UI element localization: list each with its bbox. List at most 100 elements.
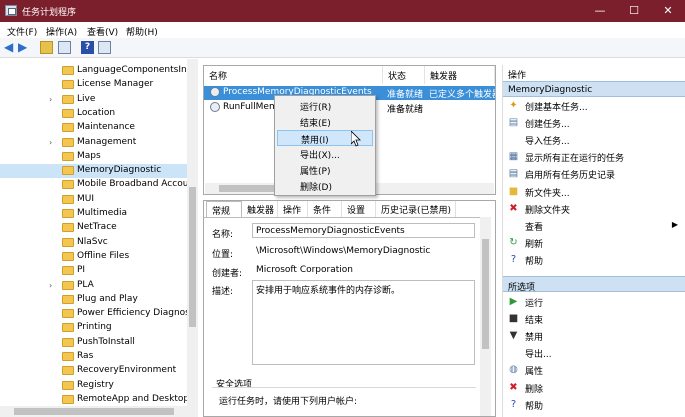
maximize-button[interactable]: ☐ [617, 0, 651, 22]
menu-view[interactable]: 查看(V) [87, 25, 118, 38]
action-item[interactable]: ✦ 创建基本任务... [503, 97, 685, 114]
author-field[interactable]: Microsoft Corporation [252, 262, 475, 277]
action-item[interactable]: ✖ 删除 [503, 379, 685, 396]
tree-item-label: RecoveryEnvironment [77, 365, 177, 376]
tree-vertical-scrollbar[interactable] [187, 59, 198, 417]
action-item[interactable]: ■ 结束 [503, 310, 685, 327]
show-hide-action-pane-icon[interactable] [98, 41, 111, 54]
action-item[interactable]: ▶ 运行 [503, 293, 685, 310]
chevron-right-icon[interactable]: › [49, 138, 52, 147]
section-header-selected-item[interactable]: 所选项 [503, 276, 685, 293]
column-header-name[interactable]: 名称 [204, 66, 383, 84]
section-header-memorydiagnostic[interactable]: MemoryDiagnostic [503, 81, 685, 97]
action-item[interactable]: 导入任务... [503, 131, 685, 148]
tree-item-label: Plug and Play [77, 293, 138, 304]
action-item[interactable]: ↻ 刷新 [503, 234, 685, 251]
forward-icon[interactable]: ▶ [18, 41, 31, 54]
tab-general[interactable]: 常规 [206, 201, 242, 217]
tree-item[interactable]: Maintenance [0, 121, 187, 135]
tree-item-label: Management [77, 136, 137, 147]
show-hide-tree-icon[interactable] [58, 41, 71, 54]
tree-item-label: PI [77, 265, 86, 276]
tree-item[interactable]: License Manager [0, 78, 187, 92]
tree-item[interactable]: Location [0, 107, 187, 121]
scroll-thumb[interactable] [14, 408, 174, 415]
tab-history[interactable]: 历史记录(已禁用) [376, 201, 456, 217]
delete-icon: ✖ [509, 381, 518, 393]
tree-item[interactable]: › PLA [0, 279, 187, 293]
context-menu-item[interactable]: 属性(P) [277, 162, 373, 178]
tab-conditions[interactable]: 条件 [308, 201, 342, 217]
action-label: 结束 [525, 316, 544, 327]
tab-settings[interactable]: 设置 [342, 201, 376, 217]
chevron-right-icon[interactable]: › [49, 281, 52, 290]
action-item[interactable]: ✖ 删除文件夹 [503, 200, 685, 217]
minimize-button[interactable]: — [583, 0, 617, 22]
tab-divider [204, 217, 480, 218]
tab-actions[interactable]: 操作 [278, 201, 308, 217]
tree-item[interactable]: › Management [0, 136, 187, 150]
tree-item[interactable]: › Live [0, 93, 187, 107]
tree-item[interactable]: Printing [0, 321, 187, 335]
action-label: 属性 [525, 367, 544, 378]
back-icon[interactable]: ◀ [4, 41, 17, 54]
action-item[interactable]: ▤ 启用所有任务历史记录 [503, 165, 685, 182]
folder-up-icon[interactable] [40, 41, 53, 54]
tree-item[interactable]: PI [0, 264, 187, 278]
menu-help[interactable]: 帮助(H) [126, 25, 158, 38]
menu-action[interactable]: 操作(A) [46, 25, 77, 38]
tree-item[interactable]: Registry [0, 379, 187, 393]
tree-item-label: MUI [77, 193, 95, 204]
tree-item[interactable]: MUI [0, 193, 187, 207]
help-icon[interactable]: ? [81, 41, 94, 54]
close-button[interactable]: ✕ [651, 0, 685, 22]
details-vertical-scrollbar[interactable] [480, 217, 491, 416]
action-label: 导出... [525, 350, 552, 361]
action-item[interactable]: 导出... [503, 344, 685, 361]
tree-item[interactable]: LanguageComponentsInst [0, 64, 195, 78]
name-field[interactable]: ProcessMemoryDiagnosticEvents [252, 223, 475, 238]
description-field[interactable]: 安排用于响应系统事件的内存诊断。 [252, 280, 475, 365]
task-status: 准备就绪 [387, 105, 424, 115]
tree-item[interactable]: NetTrace [0, 221, 187, 235]
action-item[interactable]: ■ 新文件夹... [503, 183, 685, 200]
column-header-trigger[interactable]: 触发器 [425, 66, 495, 84]
column-header-status[interactable]: 状态 [383, 66, 425, 84]
folder-icon [62, 94, 74, 104]
scroll-thumb[interactable] [219, 185, 279, 192]
action-item[interactable]: 查看 ▶ [503, 217, 685, 234]
tree-item[interactable]: RemoteApp and Desktop [0, 393, 189, 407]
context-menu-item[interactable]: 删除(D) [277, 178, 373, 194]
folder-icon [62, 294, 74, 304]
chevron-right-icon[interactable]: › [49, 95, 52, 104]
context-menu-item[interactable]: 结束(E) [277, 114, 373, 130]
tree-item[interactable]: MemoryDiagnostic [0, 164, 187, 179]
tree-horizontal-scrollbar[interactable] [0, 406, 187, 417]
location-field[interactable]: \Microsoft\Windows\MemoryDiagnostic [252, 243, 475, 258]
tree-item[interactable]: Mobile Broadband Accou [0, 178, 188, 192]
scroll-thumb[interactable] [482, 239, 489, 349]
tree-item[interactable]: Power Efficiency Diagnost [0, 307, 193, 321]
folder-icon [62, 180, 74, 190]
folder-icon [62, 380, 74, 390]
tree-item[interactable]: Plug and Play [0, 293, 187, 307]
folder-tree[interactable]: LanguageComponentsInst License Manager › Li… [0, 59, 198, 417]
tree-item[interactable]: PushToInstall [0, 336, 187, 350]
action-item[interactable]: ? 帮助 [503, 251, 685, 268]
tab-triggers[interactable]: 触发器 [242, 201, 278, 217]
tree-item[interactable]: RecoveryEnvironment [0, 364, 187, 378]
action-item[interactable]: ◍ 属性 [503, 361, 685, 378]
tree-item[interactable]: Offline Files [0, 250, 187, 264]
action-item[interactable]: ? 帮助 [503, 396, 685, 413]
context-menu-item[interactable]: 运行(R) [277, 98, 373, 114]
scroll-thumb[interactable] [189, 187, 196, 327]
action-item[interactable]: ▦ 显示所有正在运行的任务 [503, 148, 685, 165]
action-item[interactable]: ▼ 禁用 [503, 327, 685, 344]
tree-item[interactable]: Maps [0, 150, 187, 164]
context-menu-item[interactable]: 导出(X)... [277, 146, 373, 162]
action-item[interactable]: ▤ 创建任务... [503, 114, 685, 131]
tree-item[interactable]: NlaSvc [0, 236, 187, 250]
menu-file[interactable]: 文件(F) [7, 25, 37, 38]
tree-item[interactable]: Multimedia [0, 207, 187, 221]
tree-item[interactable]: Ras [0, 350, 187, 364]
